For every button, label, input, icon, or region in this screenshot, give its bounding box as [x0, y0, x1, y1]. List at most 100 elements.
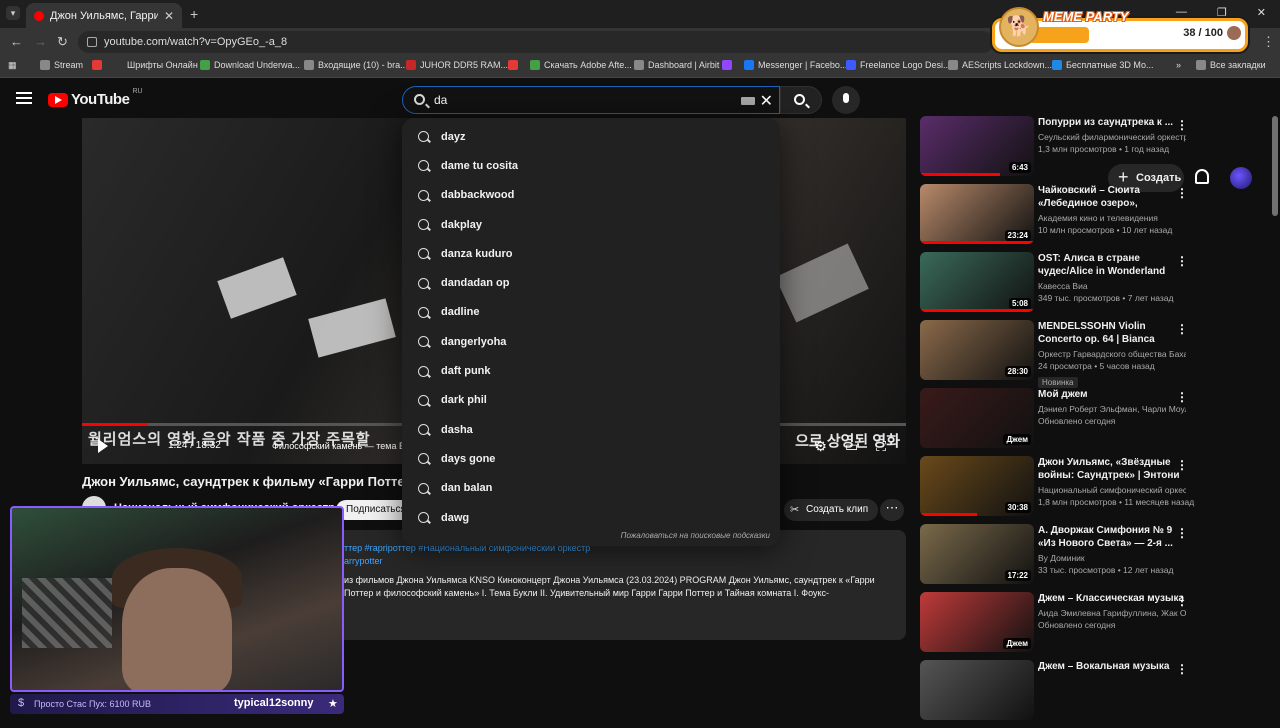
more-actions-icon[interactable]: ⋯	[880, 499, 904, 521]
clear-search-icon[interactable]: ✕	[760, 91, 773, 111]
fullscreen-icon[interactable]: ⛶	[876, 438, 886, 455]
bookmark-item[interactable]: Freelance Logo Desi...	[846, 60, 951, 70]
menu-icon[interactable]	[16, 92, 32, 104]
video-thumbnail[interactable]	[920, 660, 1034, 720]
suggestion-item[interactable]: dawg	[402, 503, 780, 532]
related-video-item[interactable]: Джем Мой джем Дэниел Роберт Эльфман, Чарли…	[920, 388, 1196, 456]
search-button[interactable]	[780, 86, 822, 114]
site-info-icon[interactable]	[87, 37, 97, 47]
forward-icon[interactable]: →	[34, 34, 47, 49]
video-title[interactable]: Джон Уильямс, «Звёздные войны: Саундтрек…	[1038, 456, 1186, 482]
suggestion-item[interactable]: dasha	[402, 415, 780, 444]
video-title[interactable]: А. Дворжак Симфония № 9 «Из Нового Света…	[1038, 524, 1186, 550]
video-title[interactable]: Чайковский – Сюита «Лебединое озеро», ди…	[1038, 184, 1186, 210]
video-thumbnail[interactable]: 28:30	[920, 320, 1034, 380]
suggestion-item[interactable]: dark phil	[402, 386, 780, 415]
miniplayer-icon[interactable]: ▭	[845, 438, 858, 455]
more-options-icon[interactable]: ⋮	[1176, 254, 1188, 268]
suggestion-item[interactable]: dakplay	[402, 210, 780, 239]
keyboard-icon[interactable]	[741, 97, 755, 105]
apps-grid-icon[interactable]: ▦	[8, 60, 17, 71]
video-title[interactable]: OST: Алиса в стране чудес/Alice in Wonde…	[1038, 252, 1186, 278]
bookmark-item[interactable]: Stream	[40, 60, 83, 70]
bookmark-item[interactable]: Dashboard | Airbit	[634, 60, 719, 70]
voice-search-icon[interactable]	[832, 86, 860, 114]
related-video-item[interactable]: 30:38 Джон Уильямс, «Звёздные войны: Саун…	[920, 456, 1196, 524]
suggestion-item[interactable]: daft punk	[402, 356, 780, 385]
related-video-item[interactable]: 17:22 А. Дворжак Симфония № 9 «Из Нового …	[920, 524, 1196, 592]
browser-tab[interactable]: Джон Уильямс, Гарри Потте ✕	[26, 3, 182, 28]
related-video-item[interactable]: 5:08 OST: Алиса в стране чудес/Alice in W…	[920, 252, 1196, 320]
bookmark-item[interactable]: Шрифты Онлайн	[127, 60, 198, 70]
all-bookmarks[interactable]: Все закладки	[1196, 60, 1266, 70]
video-thumbnail[interactable]: 5:08	[920, 252, 1034, 312]
video-title[interactable]: MENDELSSOHN Violin Concerto op. 64 | Bia…	[1038, 320, 1186, 346]
bookmark-item[interactable]	[508, 60, 518, 70]
video-channel[interactable]: Дэниел Роберт Эльфман, Чарли Моул...	[1038, 403, 1186, 415]
suggestion-item[interactable]: dangerlyoha	[402, 327, 780, 356]
suggestion-item[interactable]: dandadan op	[402, 268, 780, 297]
video-channel[interactable]: Национальный симфонический оркес...	[1038, 484, 1186, 496]
notifications-icon[interactable]	[1195, 169, 1209, 184]
video-channel[interactable]: Кавесса Виа	[1038, 280, 1186, 292]
youtube-logo[interactable]: YouTube RU	[48, 88, 143, 108]
tab-search-icon[interactable]: ▾	[6, 6, 20, 20]
url-field[interactable]: youtube.com/watch?v=OpyGEo_-a_8	[78, 31, 994, 53]
related-video-item[interactable]: 28:30 MENDELSSOHN Violin Concerto op. 64 …	[920, 320, 1196, 388]
video-thumbnail[interactable]: 30:38	[920, 456, 1034, 516]
bookmark-item[interactable]	[92, 60, 102, 70]
video-title[interactable]: Джем – Классическая музыка	[1038, 592, 1186, 605]
related-video-item[interactable]: Джем Джем – Классическая музыка Аида Эмиле…	[920, 592, 1196, 660]
suggestion-item[interactable]: dayz	[402, 122, 780, 151]
create-clip-button[interactable]: Создать клип	[784, 499, 879, 521]
more-options-icon[interactable]: ⋮	[1176, 390, 1188, 404]
report-suggestions-link[interactable]: Пожаловаться на поисковые подсказки	[621, 531, 770, 540]
bookmark-item[interactable]: Бесплатные 3D Мо...	[1052, 60, 1154, 70]
suggestion-item[interactable]: danza kuduro	[402, 239, 780, 268]
more-options-icon[interactable]: ⋮	[1176, 458, 1188, 472]
bookmark-item[interactable]: Download Underwa...	[200, 60, 300, 70]
bookmark-item[interactable]: Messenger | Facebo...	[744, 60, 847, 70]
bookmark-item[interactable]: Входящие (10) - bra...	[304, 60, 408, 70]
play-icon[interactable]	[98, 439, 108, 453]
video-channel[interactable]: Сеульский филармонический оркестр	[1038, 131, 1186, 143]
close-window-icon[interactable]: ✕	[1257, 6, 1266, 19]
video-thumbnail[interactable]: 17:22	[920, 524, 1034, 584]
reload-icon[interactable]: ↻	[57, 34, 68, 50]
account-avatar[interactable]	[1230, 167, 1252, 189]
video-thumbnail[interactable]: 6:43	[920, 116, 1034, 176]
video-thumbnail[interactable]: 23:24	[920, 184, 1034, 244]
more-options-icon[interactable]: ⋮	[1176, 594, 1188, 608]
suggestion-item[interactable]: days gone	[402, 444, 780, 473]
bookmark-item[interactable]	[722, 60, 732, 70]
suggestion-item[interactable]: dame tu cosita	[402, 151, 780, 180]
video-thumbnail[interactable]: Джем	[920, 388, 1034, 448]
suggestion-item[interactable]: dadline	[402, 298, 780, 327]
more-options-icon[interactable]: ⋮	[1176, 662, 1188, 676]
video-thumbnail[interactable]: Джем	[920, 592, 1034, 652]
browser-menu-icon[interactable]: ⋮	[1262, 34, 1275, 50]
close-tab-icon[interactable]: ✕	[164, 9, 174, 23]
video-channel[interactable]: By Доминик	[1038, 552, 1186, 564]
video-title[interactable]: Попурри из саундтрека к ...	[1038, 116, 1186, 129]
bookmarks-overflow-icon[interactable]: »	[1176, 60, 1181, 70]
related-video-item[interactable]: Джем – Вокальная музыка ⋮	[920, 660, 1196, 728]
back-icon[interactable]: ←	[10, 34, 23, 49]
more-options-icon[interactable]: ⋮	[1176, 118, 1188, 132]
video-title[interactable]: Мой джем	[1038, 388, 1186, 401]
description-tag[interactable]: arrypotter	[344, 555, 896, 568]
chapter-label[interactable]: Философский камень — тема Букли	[272, 441, 423, 451]
related-video-item[interactable]: 23:24 Чайковский – Сюита «Лебединое озеро…	[920, 184, 1196, 252]
settings-icon[interactable]: ⚙	[814, 438, 827, 455]
bookmark-item[interactable]: JUHOR DDR5 RAM...	[406, 60, 508, 70]
more-options-icon[interactable]: ⋮	[1176, 322, 1188, 336]
more-options-icon[interactable]: ⋮	[1176, 186, 1188, 200]
video-title[interactable]: Джем – Вокальная музыка	[1038, 660, 1186, 673]
suggestion-item[interactable]: dan balan	[402, 474, 780, 503]
more-options-icon[interactable]: ⋮	[1176, 526, 1188, 540]
video-channel[interactable]: Академия кино и телевидения	[1038, 212, 1186, 224]
suggestion-item[interactable]: dabbackwood	[402, 181, 780, 210]
video-channel[interactable]: Оркестр Гарвардского общества Баха	[1038, 348, 1186, 360]
bookmark-item[interactable]: AEScripts Lockdown...	[948, 60, 1052, 70]
new-tab-icon[interactable]: +	[190, 6, 198, 22]
